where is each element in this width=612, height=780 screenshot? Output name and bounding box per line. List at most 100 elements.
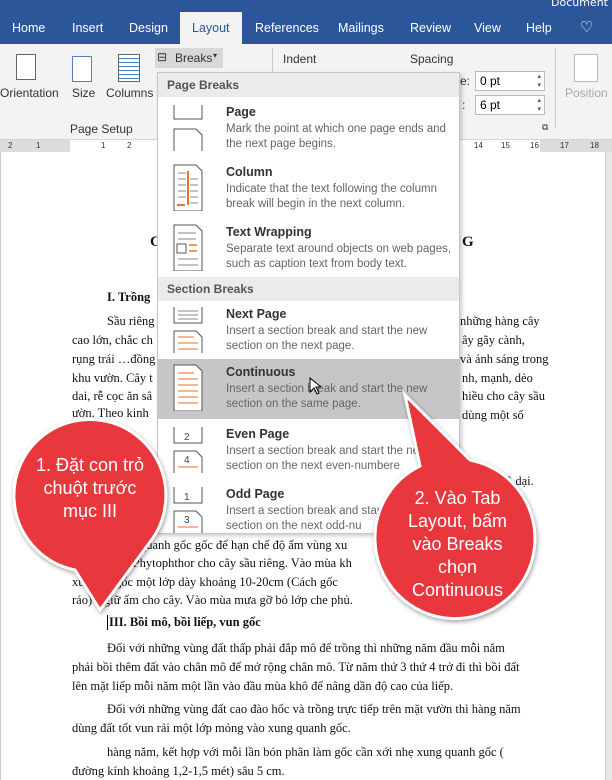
- size-icon: [72, 56, 92, 82]
- breaks-label: Breaks: [175, 51, 213, 65]
- menu-item-title: Next Page: [226, 307, 287, 321]
- tab-view[interactable]: View: [474, 12, 501, 44]
- text-line: đường kính khoảng 1,2-1,5 mét) sâu 5 cm.: [72, 764, 285, 778]
- tab-layout[interactable]: Layout: [180, 12, 242, 44]
- text-line: rụng trái …đồng: [72, 352, 156, 366]
- page-breaks-header: Page Breaks: [158, 73, 459, 97]
- section-breaks-header: Section Breaks: [158, 277, 459, 301]
- ruler-tick: 1: [101, 141, 106, 150]
- menu-item-next-page[interactable]: Next Page Insert a section break and sta…: [158, 301, 459, 359]
- menu-item-desc: Indicate that the text following the col…: [226, 183, 437, 210]
- mouse-cursor-icon: [309, 377, 321, 395]
- ruler-tick: 15: [501, 141, 510, 150]
- next-page-icon: [173, 307, 203, 353]
- ruler-tick: 2: [127, 141, 132, 150]
- heading-1: I. Trồng: [107, 290, 151, 304]
- menu-item-desc: Separate text around objects on web page…: [226, 243, 452, 270]
- document-title: Document: [551, 0, 608, 9]
- menu-item-title: Odd Page: [226, 487, 285, 501]
- heading-3: III. Bồi mô, bồi liếp, vun gốc: [107, 615, 261, 630]
- svg-text:3: 3: [184, 515, 190, 526]
- text-line: nấm Phytophthor cho cây sầu riêng. Vào m…: [108, 556, 352, 570]
- text-line: và ánh sáng trong: [460, 352, 549, 366]
- group-page-setup: Page Setup: [70, 122, 133, 136]
- tab-home[interactable]: Home: [12, 12, 45, 44]
- page-break-icon: [173, 105, 203, 151]
- spacing-label: Spacing: [410, 52, 454, 66]
- text-line: ráo) ể giữ ẩm cho cây. Vào mùa mưa gỡ bỏ…: [72, 593, 353, 607]
- spacing-before-label: e:: [460, 74, 471, 88]
- ruler-tick: 18: [590, 141, 599, 150]
- svg-text:2: 2: [184, 432, 190, 443]
- text-line: ây gãy cành,: [462, 333, 525, 347]
- menu-item-title: Even Page: [226, 427, 290, 441]
- orientation-button[interactable]: Orientation: [0, 86, 59, 100]
- breaks-dropdown-menu: Page Breaks Page Mark the point at which…: [157, 72, 460, 534]
- menu-item-title: Page: [226, 105, 256, 119]
- text-line: hiều cho cây sầu: [462, 389, 545, 403]
- tab-review[interactable]: Review: [410, 12, 451, 44]
- menu-item-desc: Mark the point at which one page ends an…: [226, 123, 446, 150]
- text-line: cao lớn, chắc ch: [72, 333, 153, 347]
- vertical-scrollbar[interactable]: [605, 152, 612, 780]
- tab-help[interactable]: Help: [526, 12, 552, 44]
- even-page-icon: 24: [173, 427, 203, 473]
- menu-item-column[interactable]: Column Indicate that the text following …: [158, 159, 459, 217]
- position-button[interactable]: Position: [565, 86, 608, 100]
- text-line: xu uanh gốc một lớp dày khoảng 10-20cm (…: [72, 575, 338, 589]
- text-line: những hàng cây: [460, 314, 540, 328]
- tab-references[interactable]: References: [255, 12, 319, 44]
- text-line: Sầu riêng: [107, 314, 155, 328]
- menu-item-title: Column: [226, 165, 273, 179]
- columns-button[interactable]: Columns: [106, 86, 153, 100]
- text-line: dùng đất tốt vun rải một lớp mỏng vào xu…: [72, 721, 351, 735]
- text-wrapping-icon: [173, 224, 203, 271]
- column-break-icon: [173, 164, 203, 211]
- text-line: quanh gốc gốc để hạn chế độ ẩm vùng xu: [140, 538, 348, 552]
- tab-mailings[interactable]: Mailings: [338, 12, 384, 44]
- text-line: dùng một số: [462, 408, 524, 422]
- ruler-tick: 16: [530, 141, 539, 150]
- text-line: ườn. Theo kinh: [72, 406, 149, 420]
- ruler-tick: 17: [560, 141, 569, 150]
- breaks-icon: ⊟: [157, 50, 168, 64]
- columns-icon: [118, 54, 140, 82]
- text-line: dai, rễ cọc ăn sâ: [72, 389, 153, 403]
- menu-item-page[interactable]: Page Mark the point at which one page en…: [158, 99, 459, 157]
- svg-text:1: 1: [184, 492, 190, 503]
- menu-item-title: Text Wrapping: [226, 225, 312, 239]
- text-line: Đối với những vùng đất cao đào hốc và tr…: [107, 702, 521, 716]
- menu-item-even-page[interactable]: 24 Even Page Insert a section break and …: [158, 421, 459, 479]
- dialog-launcher-icon[interactable]: ⧉: [542, 122, 548, 133]
- callout-1-text: 1. Đặt con trỏ chuột trước mục III: [35, 455, 145, 521]
- divider: [555, 48, 556, 128]
- spacing-before-input[interactable]: 0 pt: [475, 71, 545, 91]
- text-line: khu vườn. Cây t: [72, 371, 153, 385]
- svg-text:4: 4: [184, 455, 190, 466]
- menu-item-desc: Insert a section break and start the new…: [226, 325, 428, 352]
- chevron-down-icon: ▾: [213, 51, 218, 60]
- odd-page-icon: 13: [173, 487, 203, 533]
- text-line: Đối với những vùng đất thấp phải đắp mô …: [107, 641, 505, 655]
- continuous-icon: [173, 364, 203, 411]
- text-line: lên mặt liếp mỗi năm một lần vào đầu mùa…: [72, 679, 454, 693]
- breaks-button[interactable]: ⊟ Breaks ▾: [155, 48, 223, 68]
- menu-item-desc: Insert a section break and start the new…: [226, 445, 428, 472]
- doc-title-fragment: G: [462, 234, 474, 250]
- menu-item-title: Continuous: [226, 365, 296, 379]
- tab-design[interactable]: Design: [129, 12, 168, 44]
- ruler-tick: 1: [36, 141, 41, 150]
- size-button[interactable]: Size: [72, 86, 95, 100]
- ruler-tick: 14: [474, 141, 483, 150]
- title-bar: Document: [0, 0, 612, 12]
- position-icon: [574, 54, 598, 82]
- text-line: hàng năm, kết hợp với mỗi lần bón phân l…: [107, 745, 504, 759]
- orientation-icon: [16, 54, 36, 80]
- spacing-after-input[interactable]: 6 pt: [475, 95, 545, 115]
- ribbon-tabs: Home Insert Design Layout References Mai…: [0, 12, 612, 44]
- text-line: nh, mạnh, dẻo: [462, 371, 533, 385]
- menu-item-desc: Insert a section break and start the new…: [226, 383, 428, 410]
- menu-item-text-wrapping[interactable]: Text Wrapping Separate text around objec…: [158, 219, 459, 277]
- tab-insert[interactable]: Insert: [72, 12, 103, 44]
- lightbulb-icon[interactable]: ♡: [580, 12, 593, 44]
